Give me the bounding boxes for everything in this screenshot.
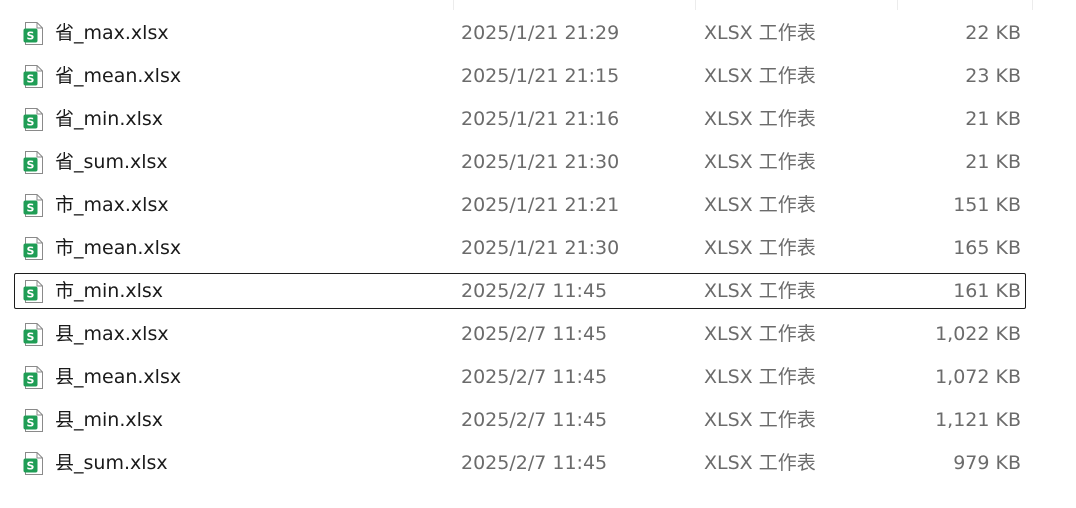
svg-text:S: S	[27, 460, 35, 473]
xlsx-file-icon: S	[23, 64, 45, 89]
name-cell: S 省_min.xlsx	[21, 102, 441, 136]
modified-date: 2025/1/21 21:30	[461, 237, 620, 259]
svg-text:S: S	[27, 30, 35, 43]
file-name[interactable]: 省_min.xlsx	[55, 102, 163, 136]
file-name[interactable]: 县_mean.xlsx	[55, 360, 181, 394]
name-cell: S 县_min.xlsx	[21, 403, 441, 437]
file-type: XLSX 工作表	[704, 151, 816, 173]
xlsx-file-icon: S	[23, 236, 45, 261]
file-row[interactable]: S 市_mean.xlsx 2025/1/21 21:30 XLSX 工作表 1…	[14, 230, 1026, 266]
file-type: XLSX 工作表	[704, 194, 816, 216]
svg-text:S: S	[27, 417, 35, 430]
file-row[interactable]: S 县_min.xlsx 2025/2/7 11:45 XLSX 工作表 1,1…	[14, 402, 1026, 438]
file-name[interactable]: 省_mean.xlsx	[55, 59, 181, 93]
name-cell: S 县_max.xlsx	[21, 317, 441, 351]
file-size: 1,022 KB	[935, 323, 1021, 345]
file-row[interactable]: S 县_sum.xlsx 2025/2/7 11:45 XLSX 工作表 979…	[14, 445, 1026, 481]
file-name[interactable]: 市_min.xlsx	[55, 274, 163, 308]
name-cell: S 市_mean.xlsx	[21, 231, 441, 265]
modified-date: 2025/2/7 11:45	[461, 323, 608, 345]
modified-date: 2025/1/21 21:30	[461, 151, 620, 173]
modified-date: 2025/1/21 21:21	[461, 194, 620, 216]
file-row[interactable]: S 市_max.xlsx 2025/1/21 21:21 XLSX 工作表 15…	[14, 187, 1026, 223]
file-row[interactable]: S 县_max.xlsx 2025/2/7 11:45 XLSX 工作表 1,0…	[14, 316, 1026, 352]
svg-text:S: S	[27, 73, 35, 86]
file-type: XLSX 工作表	[704, 452, 816, 474]
file-size: 165 KB	[953, 237, 1021, 259]
name-cell: S 省_max.xlsx	[21, 16, 441, 50]
file-type: XLSX 工作表	[704, 366, 816, 388]
file-name[interactable]: 市_mean.xlsx	[55, 231, 181, 265]
svg-text:S: S	[27, 159, 35, 172]
file-size: 1,121 KB	[935, 409, 1021, 431]
modified-date: 2025/2/7 11:45	[461, 280, 608, 302]
file-type: XLSX 工作表	[704, 409, 816, 431]
file-type: XLSX 工作表	[704, 280, 816, 302]
modified-date: 2025/1/21 21:16	[461, 108, 620, 130]
xlsx-file-icon: S	[23, 322, 45, 347]
modified-date: 2025/2/7 11:45	[461, 366, 608, 388]
file-name[interactable]: 县_max.xlsx	[55, 317, 169, 351]
file-row[interactable]: S 市_min.xlsx 2025/2/7 11:45 XLSX 工作表 161…	[14, 273, 1026, 309]
name-cell: S 省_mean.xlsx	[21, 59, 441, 93]
file-name[interactable]: 市_max.xlsx	[55, 188, 169, 222]
file-type: XLSX 工作表	[704, 65, 816, 87]
xlsx-file-icon: S	[23, 193, 45, 218]
svg-text:S: S	[27, 202, 35, 215]
file-name[interactable]: 省_max.xlsx	[55, 16, 169, 50]
name-cell: S 县_mean.xlsx	[21, 360, 441, 394]
file-type: XLSX 工作表	[704, 323, 816, 345]
file-size: 151 KB	[953, 194, 1021, 216]
xlsx-file-icon: S	[23, 107, 45, 132]
file-type: XLSX 工作表	[704, 22, 816, 44]
file-size: 161 KB	[953, 280, 1021, 302]
modified-date: 2025/1/21 21:29	[461, 22, 620, 44]
xlsx-file-icon: S	[23, 408, 45, 433]
file-name[interactable]: 省_sum.xlsx	[55, 145, 168, 179]
modified-date: 2025/2/7 11:45	[461, 452, 608, 474]
file-size: 21 KB	[965, 108, 1021, 130]
xlsx-file-icon: S	[23, 279, 45, 304]
file-type: XLSX 工作表	[704, 237, 816, 259]
xlsx-file-icon: S	[23, 365, 45, 390]
svg-text:S: S	[27, 288, 35, 301]
svg-text:S: S	[27, 245, 35, 258]
file-size: 23 KB	[965, 65, 1021, 87]
file-size: 979 KB	[953, 452, 1021, 474]
svg-text:S: S	[27, 374, 35, 387]
file-row[interactable]: S 县_mean.xlsx 2025/2/7 11:45 XLSX 工作表 1,…	[14, 359, 1026, 395]
file-size: 22 KB	[965, 22, 1021, 44]
file-list: S 省_max.xlsx 2025/1/21 21:29 XLSX 工作表 22…	[0, 0, 1076, 508]
xlsx-file-icon: S	[23, 451, 45, 476]
file-type: XLSX 工作表	[704, 108, 816, 130]
file-row[interactable]: S 省_min.xlsx 2025/1/21 21:16 XLSX 工作表 21…	[14, 101, 1026, 137]
file-name[interactable]: 县_min.xlsx	[55, 403, 163, 437]
name-cell: S 省_sum.xlsx	[21, 145, 441, 179]
xlsx-file-icon: S	[23, 21, 45, 46]
name-cell: S 县_sum.xlsx	[21, 446, 441, 480]
name-cell: S 市_min.xlsx	[21, 274, 441, 308]
xlsx-file-icon: S	[23, 150, 45, 175]
file-row[interactable]: S 省_mean.xlsx 2025/1/21 21:15 XLSX 工作表 2…	[14, 58, 1026, 94]
name-cell: S 市_max.xlsx	[21, 188, 441, 222]
modified-date: 2025/2/7 11:45	[461, 409, 608, 431]
file-row[interactable]: S 省_max.xlsx 2025/1/21 21:29 XLSX 工作表 22…	[14, 15, 1026, 51]
file-size: 1,072 KB	[935, 366, 1021, 388]
file-name[interactable]: 县_sum.xlsx	[55, 446, 168, 480]
modified-date: 2025/1/21 21:15	[461, 65, 620, 87]
file-row[interactable]: S 省_sum.xlsx 2025/1/21 21:30 XLSX 工作表 21…	[14, 144, 1026, 180]
file-size: 21 KB	[965, 151, 1021, 173]
svg-text:S: S	[27, 331, 35, 344]
svg-text:S: S	[27, 116, 35, 129]
